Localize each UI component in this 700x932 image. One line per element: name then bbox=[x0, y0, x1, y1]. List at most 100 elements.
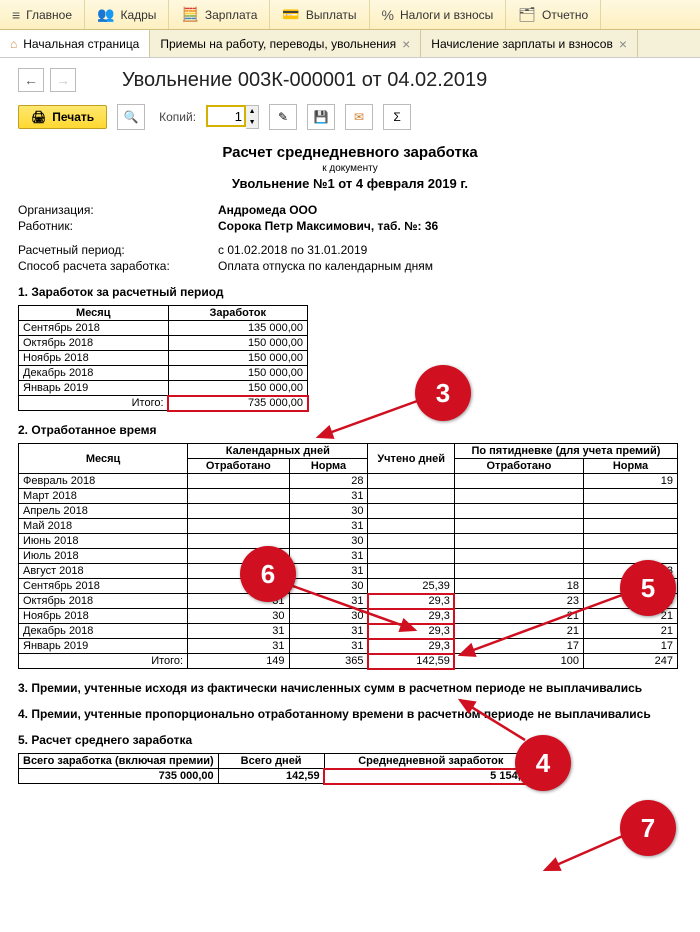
menu-taxes[interactable]: % Налоги и взносы bbox=[370, 0, 507, 29]
close-icon[interactable]: × bbox=[402, 36, 410, 52]
edit-icon: ✎ bbox=[278, 110, 288, 124]
avg-daily-cell: 5 154,64 bbox=[324, 769, 537, 784]
table-row: Сентябрь 2018263025,391820 bbox=[19, 579, 678, 594]
earnings-total-cell: 735 000,00 bbox=[168, 396, 307, 411]
method-value: Оплата отпуска по календарным дням bbox=[218, 259, 433, 273]
col-total-days: Всего дней bbox=[218, 754, 324, 769]
menu-hr[interactable]: 👥 Кадры bbox=[85, 0, 169, 29]
counted-total-cell: 142,59 bbox=[368, 654, 454, 669]
col-five-norm: Норма bbox=[584, 459, 678, 474]
callout-3: 3 bbox=[415, 365, 471, 421]
tab-payroll[interactable]: Начисление зарплаты и взносов × bbox=[421, 30, 638, 57]
section2-title: 2. Отработанное время bbox=[18, 423, 682, 437]
table-row: Февраль 20182819 bbox=[19, 474, 678, 489]
calculator-icon: 🧮 bbox=[181, 6, 198, 23]
average-table: Всего заработка (включая премии) Всего д… bbox=[18, 753, 538, 784]
tab-label: Приемы на работу, переводы, увольнения bbox=[160, 37, 396, 51]
sum-button[interactable]: Σ bbox=[383, 104, 411, 130]
printer-icon: 🖨 bbox=[31, 110, 46, 124]
col-five-worked: Отработано bbox=[454, 459, 583, 474]
time-table: Месяц Календарных дней Учтено дней По пя… bbox=[18, 443, 678, 669]
table-row: Октябрь 2018313129,32323 bbox=[19, 594, 678, 609]
col-cal: Календарных дней bbox=[188, 444, 368, 459]
diskette-icon: 💾 bbox=[314, 110, 329, 124]
table-row: Май 201831 bbox=[19, 519, 678, 534]
org-label: Организация: bbox=[18, 203, 218, 217]
section4-text: 4. Премии, учтенные пропорционально отра… bbox=[18, 707, 682, 721]
table-row: Декабрь 2018150 000,00 bbox=[19, 366, 308, 381]
chevron-up-icon[interactable]: ▲ bbox=[246, 106, 258, 117]
col-five: По пятидневке (для учета премий) bbox=[454, 444, 677, 459]
copies-input[interactable] bbox=[206, 105, 246, 127]
section1-title: 1. Заработок за расчетный период bbox=[18, 285, 682, 299]
toolbar: 🖨 Печать 🔍 Копий: ▲ ▼ ✎ 💾 ✉ Σ bbox=[18, 104, 682, 130]
report-body: Расчет среднедневного заработка к докуме… bbox=[18, 144, 682, 784]
col-month: Месяц bbox=[19, 306, 169, 321]
edit-button[interactable]: ✎ bbox=[269, 104, 297, 130]
magnifier-icon: 🔍 bbox=[124, 110, 139, 124]
table-row: Октябрь 2018150 000,00 bbox=[19, 336, 308, 351]
col-cal-worked: Отработано bbox=[188, 459, 289, 474]
tab-label: Начисление зарплаты и взносов bbox=[431, 37, 613, 51]
table-row: Декабрь 2018313129,32121 bbox=[19, 624, 678, 639]
section3-text: 3. Премии, учтенные исходя из фактически… bbox=[18, 681, 682, 695]
table-row: Январь 2019313129,31717 bbox=[19, 639, 678, 654]
report-subtitle2: Увольнение №1 от 4 февраля 2019 г. bbox=[18, 176, 682, 191]
files-icon: 🗂 bbox=[518, 6, 536, 23]
tab-home[interactable]: ⌂ Начальная страница bbox=[0, 30, 150, 57]
table-row: Апрель 201830 bbox=[19, 504, 678, 519]
envelope-icon: ✉ bbox=[354, 110, 364, 124]
home-icon: ⌂ bbox=[10, 37, 17, 51]
col-total-earn: Всего заработка (включая премии) bbox=[19, 754, 219, 769]
print-button[interactable]: 🖨 Печать bbox=[18, 105, 107, 129]
card-icon: 💳 bbox=[282, 6, 299, 23]
save-button[interactable]: 💾 bbox=[307, 104, 335, 130]
method-label: Способ расчета заработка: bbox=[18, 259, 218, 273]
table-total-row: Итого: 735 000,00 bbox=[19, 396, 308, 411]
section5-title: 5. Расчет среднего заработка bbox=[18, 733, 682, 747]
people-icon: 👥 bbox=[97, 6, 114, 23]
callout-5: 5 bbox=[620, 560, 676, 616]
copies-label: Копий: bbox=[159, 110, 196, 124]
menu-salary[interactable]: 🧮 Зарплата bbox=[169, 0, 270, 29]
close-icon[interactable]: × bbox=[619, 36, 627, 52]
menu-label: Налоги и взносы bbox=[400, 8, 493, 22]
table-row: Сентябрь 2018135 000,00 bbox=[19, 321, 308, 336]
sigma-icon: Σ bbox=[393, 110, 400, 124]
menu-payments[interactable]: 💳 Выплаты bbox=[270, 0, 369, 29]
table-row: Ноябрь 2018150 000,00 bbox=[19, 351, 308, 366]
callout-7: 7 bbox=[620, 800, 676, 856]
menu-reports[interactable]: 🗂 Отчетно bbox=[506, 0, 601, 29]
table-row: Июнь 201830 bbox=[19, 534, 678, 549]
callout-6: 6 bbox=[240, 546, 296, 602]
tab-label: Начальная страница bbox=[23, 37, 139, 51]
table-total-row: Итого: 149 365 142,59 100 247 bbox=[19, 654, 678, 669]
table-row: Январь 2019150 000,00 bbox=[19, 381, 308, 396]
copies-spinner[interactable]: ▲ ▼ bbox=[246, 105, 259, 129]
menu-main[interactable]: ≡ Главное bbox=[0, 0, 85, 29]
col-earnings: Заработок bbox=[168, 306, 307, 321]
table-row: Июль 201831 bbox=[19, 549, 678, 564]
col-month: Месяц bbox=[19, 444, 188, 474]
tab-hires[interactable]: Приемы на работу, переводы, увольнения × bbox=[150, 30, 421, 57]
org-value: Андромеда ООО bbox=[218, 203, 317, 217]
forward-button[interactable]: → bbox=[50, 68, 76, 92]
emp-value: Сорока Петр Максимович, таб. №: 36 bbox=[218, 219, 438, 233]
email-button[interactable]: ✉ bbox=[345, 104, 373, 130]
col-counted: Учтено дней bbox=[368, 444, 454, 474]
preview-button[interactable]: 🔍 bbox=[117, 104, 145, 130]
print-label: Печать bbox=[52, 110, 94, 124]
report-subtitle1: к документу bbox=[18, 163, 682, 174]
chevron-down-icon[interactable]: ▼ bbox=[246, 117, 258, 128]
main-menu-bar: ≡ Главное 👥 Кадры 🧮 Зарплата 💳 Выплаты %… bbox=[0, 0, 700, 30]
menu-label: Зарплата bbox=[205, 8, 258, 22]
menu-label: Отчетно bbox=[542, 8, 588, 22]
table-row: Март 201831 bbox=[19, 489, 678, 504]
tab-bar: ⌂ Начальная страница Приемы на работу, п… bbox=[0, 30, 700, 58]
period-label: Расчетный период: bbox=[18, 243, 218, 257]
back-button[interactable]: ← bbox=[18, 68, 44, 92]
menu-label: Кадры bbox=[120, 8, 156, 22]
period-value: с 01.02.2018 по 31.01.2019 bbox=[218, 243, 367, 257]
col-avg: Среднедневной заработок bbox=[324, 754, 537, 769]
emp-label: Работник: bbox=[18, 219, 218, 233]
